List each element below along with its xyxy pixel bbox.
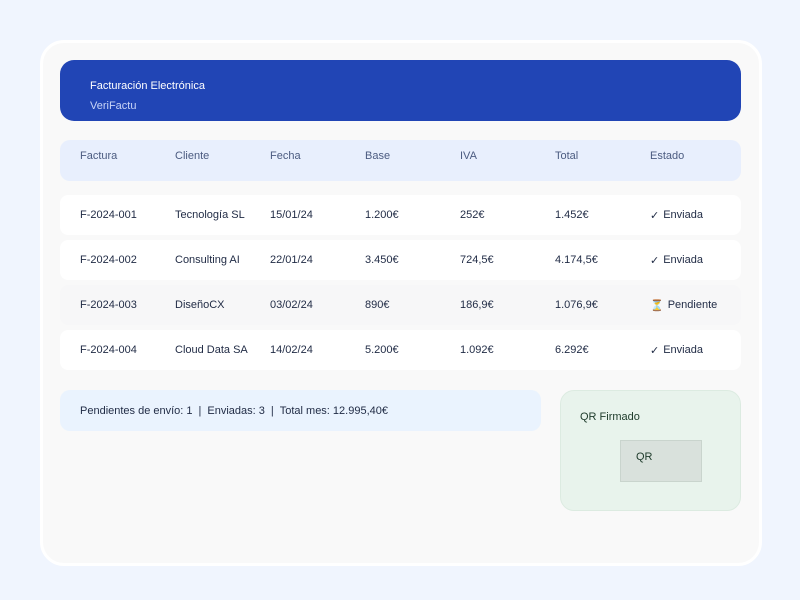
summary-separator: | [270, 404, 274, 417]
qr-code-image[interactable]: QR [620, 440, 702, 482]
cell-base: 1.200€ [365, 209, 399, 221]
cell-base: 890€ [365, 299, 390, 311]
cell-factura: F-2024-001 [80, 209, 137, 221]
status-label: Enviada [663, 254, 703, 266]
app-header: Facturación Electrónica VeriFactu [60, 60, 741, 121]
cell-base: 5.200€ [365, 344, 399, 356]
status-badge: ⏳ Pendiente [650, 285, 717, 325]
column-header-fecha[interactable]: Fecha [270, 140, 301, 172]
qr-panel: QR Firmado QR [560, 390, 741, 511]
status-label: Enviada [663, 209, 703, 221]
qr-title: QR Firmado [580, 411, 640, 423]
qr-placeholder-label: QR [636, 451, 653, 463]
column-header-factura[interactable]: Factura [80, 140, 117, 172]
invoice-table-header: Factura Cliente Fecha Base IVA Total Est… [60, 140, 741, 181]
column-header-total[interactable]: Total [555, 140, 578, 172]
table-row[interactable]: F-2024-004 Cloud Data SA 14/02/24 5.200€… [60, 330, 741, 370]
cell-cliente: DiseñoCX [175, 299, 225, 311]
cell-fecha: 14/02/24 [270, 344, 313, 356]
status-badge: ✓ Enviada [650, 240, 703, 280]
summary-bar: Pendientes de envío: 1 | Enviadas: 3 | T… [60, 390, 541, 431]
cell-base: 3.450€ [365, 254, 399, 266]
summary-total: Total mes: 12.995,40€ [279, 404, 388, 417]
cell-total: 1.076,9€ [555, 299, 598, 311]
cell-iva: 186,9€ [460, 299, 494, 311]
status-badge: ✓ Enviada [650, 330, 703, 370]
cell-factura: F-2024-002 [80, 254, 137, 266]
summary-pending: Pendientes de envío: 1 [80, 404, 193, 417]
cell-total: 6.292€ [555, 344, 589, 356]
summary-sent: Enviadas: 3 [207, 404, 265, 417]
table-row[interactable]: F-2024-003 DiseñoCX 03/02/24 890€ 186,9€… [60, 285, 741, 325]
status-label: Enviada [663, 344, 703, 356]
column-header-base[interactable]: Base [365, 140, 390, 172]
cell-iva: 1.092€ [460, 344, 494, 356]
column-header-iva[interactable]: IVA [460, 140, 477, 172]
status-check-icon: ✓ [650, 254, 660, 267]
cell-fecha: 03/02/24 [270, 299, 313, 311]
status-hourglass-icon: ⏳ [650, 299, 664, 312]
column-header-estado[interactable]: Estado [650, 140, 684, 172]
cell-fecha: 22/01/24 [270, 254, 313, 266]
cell-total: 4.174,5€ [555, 254, 598, 266]
cell-cliente: Cloud Data SA [175, 344, 248, 356]
status-label: Pendiente [667, 299, 718, 311]
cell-factura: F-2024-003 [80, 299, 137, 311]
cell-iva: 724,5€ [460, 254, 494, 266]
cell-total: 1.452€ [555, 209, 589, 221]
app-subtitle: VeriFactu [90, 100, 137, 112]
cell-iva: 252€ [460, 209, 485, 221]
cell-cliente: Consulting AI [175, 254, 240, 266]
table-row[interactable]: F-2024-002 Consulting AI 22/01/24 3.450€… [60, 240, 741, 280]
column-header-cliente[interactable]: Cliente [175, 140, 209, 172]
status-check-icon: ✓ [650, 344, 660, 357]
status-check-icon: ✓ [650, 209, 660, 222]
status-badge: ✓ Enviada [650, 195, 703, 235]
cell-factura: F-2024-004 [80, 344, 137, 356]
cell-cliente: Tecnología SL [175, 209, 245, 221]
app-title: Facturación Electrónica [90, 80, 205, 92]
table-row[interactable]: F-2024-001 Tecnología SL 15/01/24 1.200€… [60, 195, 741, 235]
cell-fecha: 15/01/24 [270, 209, 313, 221]
summary-separator: | [198, 404, 202, 417]
